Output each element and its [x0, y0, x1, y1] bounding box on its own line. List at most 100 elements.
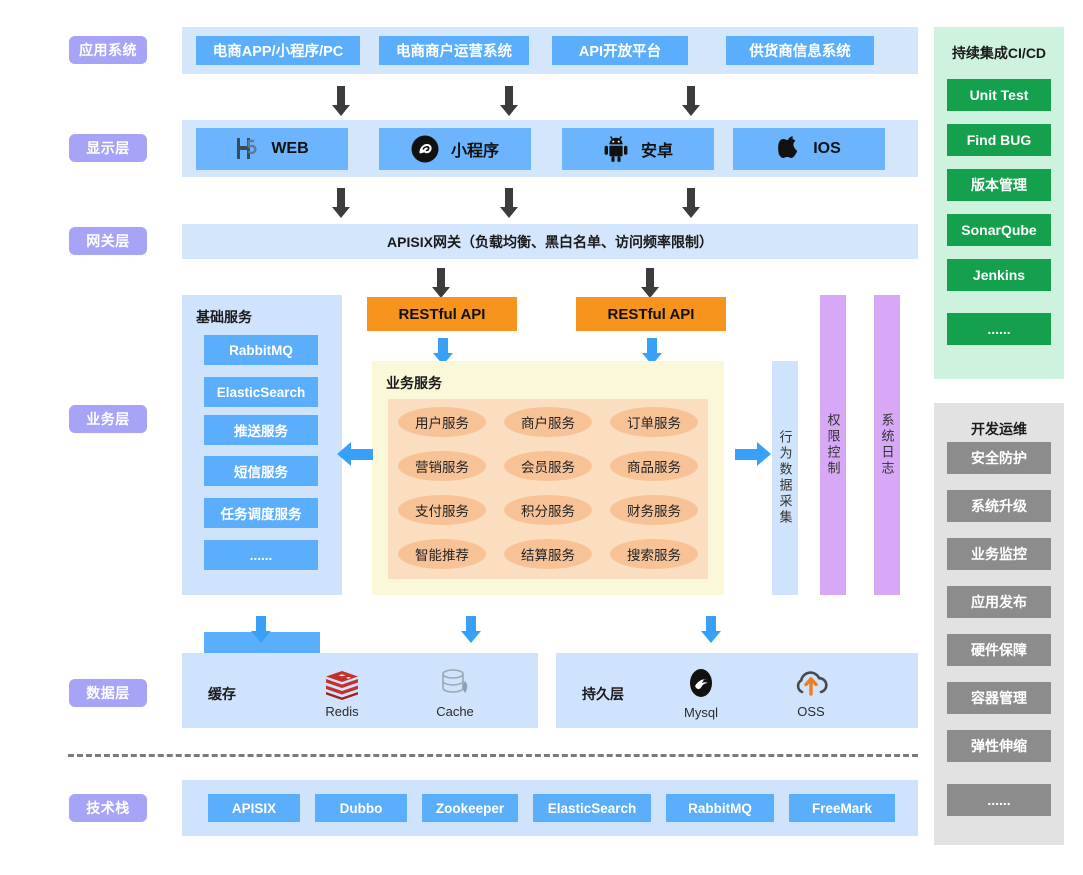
database-cache-icon	[439, 668, 471, 700]
devops-item-3[interactable]: 应用发布	[947, 586, 1051, 618]
display-box-android[interactable]: 安卓	[562, 128, 714, 170]
layer-badge-display: 显示层	[69, 134, 147, 162]
tech-stack-box-0[interactable]: APISIX	[208, 794, 300, 822]
arrow-down-icon-data-3	[700, 616, 722, 644]
side-column-behavior-data: 行为数据采集	[772, 361, 798, 595]
gateway-bar: APISIX网关（负载均衡、黑白名单、访问频率限制）	[182, 224, 918, 259]
basic-service-item-2[interactable]: 推送服务	[204, 415, 318, 445]
service-pill-3[interactable]: 营销服务	[398, 451, 486, 481]
cicd-panel: 持续集成CI/CD Unit Test Find BUG 版本管理 SonarQ…	[934, 27, 1064, 379]
side-column-permission-control: 权限控制	[820, 295, 846, 595]
arrow-down-icon-display-2	[500, 188, 518, 220]
data-item-mysql[interactable]: Mysql	[666, 667, 736, 720]
app-system-row: 电商APP/小程序/PC 电商商户运营系统 API开放平台 供货商信息系统	[182, 27, 918, 74]
android-icon	[603, 135, 629, 163]
side-column-system-log: 系统日志	[874, 295, 900, 595]
cicd-item-1[interactable]: Find BUG	[947, 124, 1051, 156]
data-item-label-mysql: Mysql	[684, 704, 718, 720]
restful-api-box-1[interactable]: RESTful API	[576, 297, 726, 331]
display-box-miniprogram[interactable]: 小程序	[379, 128, 531, 170]
arrow-down-icon-display-1	[332, 188, 350, 220]
persistence-title: 持久层	[582, 686, 624, 702]
devops-title: 开发运维	[971, 421, 1027, 437]
layer-badge-business: 业务层	[69, 405, 147, 433]
cache-title: 缓存	[208, 686, 236, 702]
tech-stack-box-4[interactable]: RabbitMQ	[666, 794, 774, 822]
service-pill-7[interactable]: 积分服务	[504, 495, 592, 525]
arrow-down-icon-app-3	[682, 86, 700, 118]
tech-stack-box-1[interactable]: Dubbo	[315, 794, 407, 822]
service-pill-5[interactable]: 商品服务	[610, 451, 698, 481]
display-box-ios[interactable]: IOS	[733, 128, 885, 170]
service-pill-4[interactable]: 会员服务	[504, 451, 592, 481]
redis-icon	[325, 670, 359, 700]
data-item-redis[interactable]: Redis	[307, 670, 377, 719]
tech-stack-box-5[interactable]: FreeMark	[789, 794, 895, 822]
tech-stack-box-3[interactable]: ElasticSearch	[533, 794, 651, 822]
basic-service-item-0[interactable]: RabbitMQ	[204, 335, 318, 365]
app-system-box-3[interactable]: 供货商信息系统	[726, 36, 874, 65]
cicd-item-4[interactable]: Jenkins	[947, 259, 1051, 291]
basic-service-item-3[interactable]: 短信服务	[204, 456, 318, 486]
apple-icon	[777, 135, 801, 163]
app-system-box-0[interactable]: 电商APP/小程序/PC	[196, 36, 360, 65]
basic-service-item-5[interactable]: ......	[204, 540, 318, 570]
basic-services-title: 基础服务	[196, 309, 252, 325]
business-services-grid: 用户服务 商户服务 订单服务 营销服务 会员服务 商品服务 支付服务 积分服务 …	[388, 399, 708, 579]
devops-item-6[interactable]: 弹性伸缩	[947, 730, 1051, 762]
service-pill-2[interactable]: 订单服务	[610, 407, 698, 437]
data-layer-persistence-panel: 持久层 Mysql OSS	[556, 653, 918, 728]
arrow-left-icon-basic	[337, 442, 373, 468]
layer-badge-tech-stack: 技术栈	[69, 794, 147, 822]
app-system-box-1[interactable]: 电商商户运营系统	[379, 36, 529, 65]
cicd-title: 持续集成CI/CD	[951, 45, 1047, 61]
display-layer-row: WEB 小程序 安卓 IOS	[182, 120, 918, 177]
arrow-down-icon-display-3	[682, 188, 700, 220]
layer-badge-app-system: 应用系统	[69, 36, 147, 64]
devops-item-1[interactable]: 系统升级	[947, 490, 1051, 522]
tech-stack-panel: APISIX Dubbo Zookeeper ElasticSearch Rab…	[182, 780, 918, 836]
data-item-cache[interactable]: Cache	[420, 668, 490, 719]
service-pill-9[interactable]: 智能推荐	[398, 539, 486, 569]
service-pill-1[interactable]: 商户服务	[504, 407, 592, 437]
business-services-panel: 业务服务 用户服务 商户服务 订单服务 营销服务 会员服务 商品服务 支付服务 …	[372, 361, 724, 595]
arrow-down-icon-gateway-2	[641, 268, 659, 300]
data-item-oss[interactable]: OSS	[776, 667, 846, 719]
service-pill-8[interactable]: 财务服务	[610, 495, 698, 525]
h5-icon	[235, 136, 259, 162]
service-pill-6[interactable]: 支付服务	[398, 495, 486, 525]
display-box-label-android: 安卓	[640, 143, 673, 160]
devops-item-0[interactable]: 安全防护	[947, 442, 1051, 474]
display-box-web[interactable]: WEB	[196, 128, 348, 170]
data-item-label-cache: Cache	[436, 703, 474, 719]
section-divider	[68, 754, 918, 757]
service-pill-0[interactable]: 用户服务	[398, 407, 486, 437]
basic-service-item-4[interactable]: 任务调度服务	[204, 498, 318, 528]
business-services-title: 业务服务	[386, 375, 442, 391]
wechat-miniprogram-icon	[411, 135, 439, 163]
arrow-down-icon-data-2	[460, 616, 482, 644]
cicd-item-0[interactable]: Unit Test	[947, 79, 1051, 111]
architecture-diagram: 应用系统 显示层 网关层 业务层 数据层 技术栈 电商APP/小程序/PC 电商…	[0, 0, 1083, 875]
app-system-box-2[interactable]: API开放平台	[552, 36, 688, 65]
data-item-label-redis: Redis	[325, 703, 359, 719]
tech-stack-box-2[interactable]: Zookeeper	[422, 794, 518, 822]
arrow-down-icon-app-1	[332, 86, 350, 118]
devops-panel: 开发运维 安全防护 系统升级 业务监控 应用发布 硬件保障 容器管理 弹性伸缩 …	[934, 403, 1064, 845]
cicd-item-2[interactable]: 版本管理	[947, 169, 1051, 201]
oss-cloud-icon	[793, 668, 829, 700]
devops-item-4[interactable]: 硬件保障	[947, 634, 1051, 666]
devops-item-2[interactable]: 业务监控	[947, 538, 1051, 570]
arrow-down-icon-data-1	[250, 616, 272, 644]
cicd-item-3[interactable]: SonarQube	[947, 214, 1051, 246]
basic-service-item-1[interactable]: ElasticSearch	[204, 377, 318, 407]
mysql-icon	[684, 667, 718, 701]
devops-item-5[interactable]: 容器管理	[947, 682, 1051, 714]
service-pill-10[interactable]: 结算服务	[504, 539, 592, 569]
cicd-item-5[interactable]: ......	[947, 313, 1051, 345]
service-pill-11[interactable]: 搜索服务	[610, 539, 698, 569]
data-item-label-oss: OSS	[797, 703, 825, 719]
devops-item-7[interactable]: ......	[947, 784, 1051, 816]
arrow-right-icon-behavior	[735, 442, 771, 468]
restful-api-box-0[interactable]: RESTful API	[367, 297, 517, 331]
